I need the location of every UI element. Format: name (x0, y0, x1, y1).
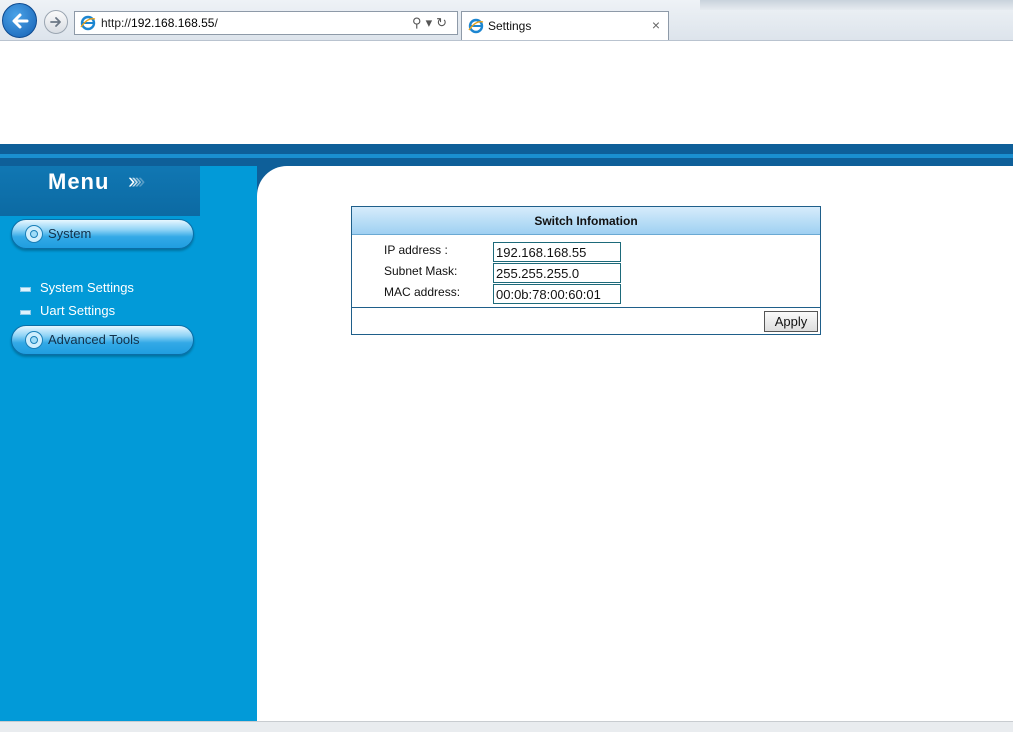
page-banner-stripe (0, 144, 1013, 166)
status-bar (0, 721, 1013, 732)
bullet-icon (20, 287, 31, 292)
close-icon[interactable]: × (652, 17, 660, 33)
apply-button[interactable]: Apply (764, 311, 818, 332)
menu-title: Menu (48, 169, 110, 194)
radio-ring-icon (25, 331, 43, 349)
sidebar-item-system[interactable]: System (11, 219, 194, 249)
menu-header: Menu ›››› (0, 166, 200, 216)
tab-title: Settings (488, 19, 532, 33)
mac-address-field[interactable] (493, 284, 621, 304)
sidebar-item-label: Advanced Tools (48, 332, 140, 347)
refresh-icon[interactable]: ↻ (436, 15, 451, 30)
switch-info-panel: Switch Infomation IP address : Subnet Ma… (351, 206, 821, 335)
radio-ring-icon (25, 225, 43, 243)
tab-settings[interactable]: Settings × (461, 11, 669, 40)
forward-button[interactable] (44, 10, 68, 34)
ie-page-icon (468, 18, 484, 34)
ip-address-field[interactable] (493, 242, 621, 262)
ie-page-icon (80, 15, 96, 31)
back-button[interactable] (2, 3, 37, 38)
sidebar-item-advanced-tools[interactable]: Advanced Tools (11, 325, 194, 355)
bullet-icon (20, 310, 31, 315)
panel-divider (352, 307, 820, 308)
panel-header: Switch Infomation (352, 207, 820, 235)
ip-address-label: IP address : (384, 243, 448, 257)
browser-titlebar-strip (700, 0, 1013, 10)
address-url: http://192.168.168.55/ (101, 16, 218, 30)
browser-toolbar: http://192.168.168.55/ ⚲▾↻ Settings × (0, 0, 1013, 41)
mac-address-label: MAC address: (384, 285, 461, 299)
subnet-mask-label: Subnet Mask: (384, 264, 458, 278)
sidebar-item-label: System (48, 226, 92, 241)
sidebar-item-label: Uart Settings (40, 303, 116, 318)
chevrons-icon: ›››› (128, 168, 146, 193)
subnet-mask-field[interactable] (493, 263, 621, 283)
panel-title: Switch Infomation (534, 214, 638, 228)
sidebar-item-label: System Settings (40, 280, 134, 295)
back-arrow-icon (12, 13, 29, 29)
address-bar[interactable]: http://192.168.168.55/ ⚲▾↻ (74, 11, 458, 35)
forward-arrow-icon (50, 17, 61, 27)
dropdown-icon[interactable]: ▾ (426, 15, 437, 30)
sidebar-menu: Menu ›››› System System Settings Uart Se… (0, 166, 257, 721)
search-icon[interactable]: ⚲ (412, 15, 426, 30)
